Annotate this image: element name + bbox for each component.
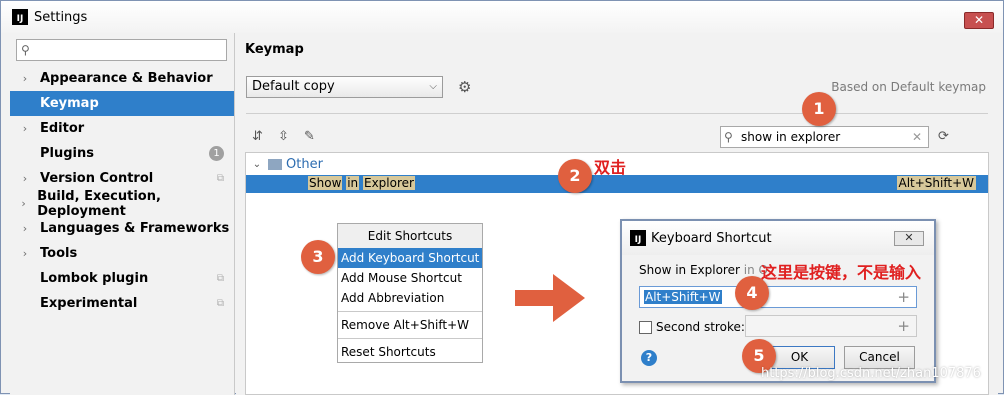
based-on-label: Based on Default keymap [831, 80, 986, 94]
step-marker-2: 2 [558, 159, 592, 193]
edit-shortcuts-menu: Edit Shortcuts Add Keyboard Shortcut Add… [337, 223, 483, 363]
keymap-select[interactable]: Default copy ⌵ [246, 76, 443, 98]
window-title: Settings [34, 9, 88, 25]
settings-sidebar: ⚲ › Appearance & Behavior Keymap › Editor … [10, 33, 235, 395]
divider [246, 113, 988, 114]
note-press-keys: 这里是按键，不是输入 [761, 263, 922, 282]
project-copy-icon: ⧉ [216, 173, 224, 184]
second-stroke-checkbox[interactable]: Second stroke: [639, 320, 745, 334]
dialog-close-button[interactable]: ✕ [894, 231, 924, 246]
menu-item-add-abbreviation[interactable]: Add Abbreviation [338, 288, 482, 308]
chevron-right-icon: › [22, 222, 28, 235]
settings-nav: › Appearance & Behavior Keymap › Editor Pl… [10, 66, 234, 316]
collapse-all-icon[interactable]: ⇳ [278, 129, 289, 144]
expand-all-icon[interactable]: ⇵ [252, 129, 263, 144]
menu-separator [338, 311, 482, 312]
second-stroke-input[interactable]: + [745, 315, 917, 337]
chevron-right-icon: › [22, 72, 28, 85]
menu-item-add-mouse-shortcut[interactable]: Add Mouse Shortcut [338, 268, 482, 288]
find-by-shortcut-icon[interactable]: ⟳ [938, 129, 949, 144]
tree-group-other[interactable]: ⌄ Other [246, 155, 323, 174]
step-marker-1: 1 [802, 92, 836, 126]
intellij-app-icon: IJ [12, 9, 28, 25]
dialog-title-bar: IJ Keyboard Shortcut ✕ [622, 221, 934, 255]
chevron-right-icon: › [22, 122, 28, 135]
keyboard-shortcut-dialog: IJ Keyboard Shortcut ✕ Show in Explorer … [620, 219, 936, 383]
menu-item-remove-shortcut[interactable]: Remove Alt+Shift+W [338, 315, 482, 335]
sidebar-item-lombok[interactable]: Lombok plugin ⧉ [10, 266, 234, 291]
checkbox[interactable] [639, 320, 652, 334]
chevron-right-icon: › [22, 172, 28, 185]
chevron-right-icon: › [21, 197, 26, 210]
intellij-app-icon: IJ [630, 230, 646, 246]
menu-item-reset-shortcuts[interactable]: Reset Shortcuts [338, 342, 482, 362]
sidebar-item-version-control[interactable]: › Version Control ⧉ [10, 166, 234, 191]
clear-icon[interactable]: ✕ [912, 127, 922, 147]
search-icon: ⚲ [724, 130, 733, 144]
menu-item-add-keyboard-shortcut[interactable]: Add Keyboard Shortcut [338, 248, 482, 268]
sidebar-item-plugins[interactable]: Plugins 1 [10, 141, 234, 166]
sidebar-item-keymap[interactable]: Keymap [10, 91, 234, 116]
dialog-title: Keyboard Shortcut [651, 230, 772, 246]
menu-header: Edit Shortcuts [338, 224, 482, 248]
menu-separator [338, 338, 482, 339]
settings-search-input[interactable]: ⚲ [16, 39, 227, 61]
search-icon: ⚲ [21, 43, 30, 57]
sidebar-item-languages[interactable]: › Languages & Frameworks [10, 216, 234, 241]
watermark: https://blog.csdn.net/zhan107876 [761, 366, 981, 381]
window-close-button[interactable]: ✕ [964, 12, 994, 29]
project-copy-icon: ⧉ [216, 298, 224, 309]
sidebar-item-appearance[interactable]: › Appearance & Behavior [10, 66, 234, 91]
keymap-search-input[interactable]: ⚲ show in explorer ✕ [720, 126, 929, 148]
help-icon[interactable]: ? [641, 350, 657, 366]
page-title: Keymap [245, 42, 304, 57]
chevron-right-icon: › [22, 247, 28, 260]
first-stroke-input[interactable]: Alt+Shift+W + [639, 286, 917, 308]
project-copy-icon: ⧉ [216, 273, 224, 284]
step-marker-3: 3 [301, 240, 335, 274]
dialog-description: Show in Explorer in O [639, 263, 768, 277]
update-count-badge: 1 [209, 146, 224, 161]
plus-icon[interactable]: + [897, 287, 910, 307]
edit-pencil-icon[interactable]: ✎ [304, 129, 315, 144]
gear-icon[interactable]: ⚙ [458, 78, 471, 96]
right-arrow-icon [515, 274, 585, 322]
chevron-down-icon: ⌵ [429, 81, 437, 92]
title-bar: IJ Settings ✕ [1, 1, 1003, 33]
settings-window: IJ Settings ✕ ⚲ › Appearance & Behavior K… [0, 0, 1004, 395]
sidebar-item-tools[interactable]: › Tools [10, 241, 234, 266]
plus-icon[interactable]: + [897, 316, 910, 336]
sidebar-item-editor[interactable]: › Editor [10, 116, 234, 141]
chevron-down-icon: ⌄ [252, 159, 262, 170]
sidebar-item-build[interactable]: › Build, Execution, Deployment [10, 189, 234, 219]
shortcut-label: Alt+Shift+W [896, 176, 976, 190]
sidebar-item-experimental[interactable]: Experimental ⧉ [10, 291, 234, 316]
folder-icon [268, 159, 282, 170]
note-double-click: 双击 [594, 158, 627, 177]
